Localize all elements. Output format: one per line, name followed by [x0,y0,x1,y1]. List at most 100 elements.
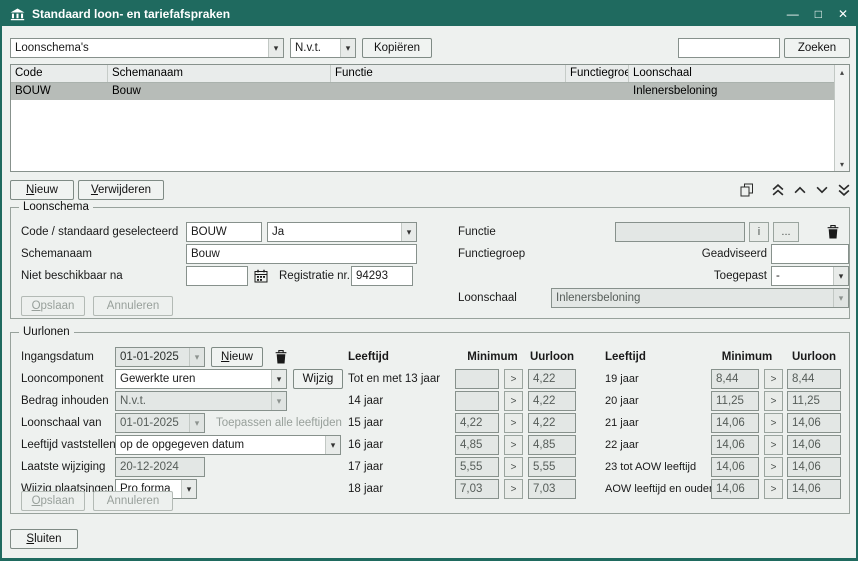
niet-beschikbaar-input[interactable] [186,266,248,286]
age-label: AOW leeftijd en ouder [605,479,713,499]
uurloon-input[interactable] [528,391,576,411]
looncomponent-select[interactable]: Gewerkte uren ▾ [115,369,287,389]
column-header-uurloon: Uurloon [528,347,576,367]
column-header-functie: Functie [331,65,566,82]
minimum-input [455,369,499,389]
scroll-up-button[interactable]: ▴ [835,65,849,79]
minimum-input [455,391,499,411]
column-header-loonschaal: Loonschaal [629,65,849,82]
column-header-leeftijd: Leeftijd [348,347,389,367]
copy-minimum-button[interactable]: > [504,435,523,455]
minimize-button[interactable]: — [787,8,799,20]
uurloon-input[interactable] [528,479,576,499]
uurloon-input[interactable] [528,413,576,433]
copy-minimum-button[interactable]: > [764,457,783,477]
copy-minimum-button[interactable]: > [504,457,523,477]
trash-icon [827,225,839,239]
move-down-button[interactable] [812,180,832,200]
uurloon-input[interactable] [528,435,576,455]
copy-minimum-button[interactable]: > [764,413,783,433]
search-input[interactable] [678,38,780,58]
move-bottom-button[interactable] [834,180,854,200]
code-label: Code / standaard geselecteerd [21,222,178,242]
calendar-button[interactable] [251,266,271,286]
duplicate-row-button[interactable] [736,180,756,200]
chevron-double-down-icon [838,184,850,196]
copy-minimum-button[interactable]: > [764,435,783,455]
standaard-select[interactable]: Ja ▾ [267,222,417,242]
close-button[interactable]: ✕ [838,8,848,20]
window: Standaard loon- en tariefafspraken — □ ✕… [0,0,858,561]
search-button[interactable]: Zoeken [784,38,850,58]
save-uurlonen-button: Opslaan [21,491,85,511]
schemanaam-input[interactable] [186,244,417,264]
minimum-input [711,435,759,455]
uurloon-input[interactable] [787,457,841,477]
functie-delete-button[interactable] [817,222,849,242]
chevron-down-icon: ▾ [181,480,196,498]
copy-minimum-button[interactable]: > [764,369,783,389]
vertical-scrollbar[interactable]: ▴ ▾ [834,65,849,171]
wijzig-button[interactable]: Wijzig [293,369,343,389]
geadviseerd-input[interactable] [771,244,849,264]
table-cell-functiegroep [566,83,629,100]
move-top-button[interactable] [768,180,788,200]
copy-minimum-button[interactable]: > [764,391,783,411]
schema-type-select[interactable]: Loonschema's ▾ [10,38,284,58]
move-up-button[interactable] [790,180,810,200]
minimum-input [711,391,759,411]
bedrag-inhouden-label: Bedrag inhouden [21,391,109,411]
uurloon-input[interactable] [528,369,576,389]
uurloon-input[interactable] [528,457,576,477]
chevron-down-icon: ▾ [833,289,848,307]
leeftijd-vaststellen-label: Leeftijd vaststellen [21,435,116,455]
code-input[interactable] [186,222,262,242]
chevron-double-up-icon [772,184,784,196]
uurloon-input[interactable] [787,413,841,433]
toegepast-select[interactable]: - ▾ [771,266,849,286]
close-window-button[interactable]: Sluiten [10,529,78,549]
window-title: Standaard loon- en tariefafspraken [32,7,230,21]
column-header-code: Code [11,65,108,82]
chevron-down-icon: ▾ [401,223,416,241]
chevron-down-icon [816,186,828,194]
copy-minimum-button[interactable]: > [504,413,523,433]
uurloon-input[interactable] [787,435,841,455]
uurloon-input[interactable] [787,369,841,389]
trash-icon [275,350,287,364]
duplicate-pages-icon [740,183,753,197]
maximize-button[interactable]: □ [815,8,822,20]
minimum-input [711,413,759,433]
chevron-up-icon [794,186,806,194]
app-icon [10,8,25,21]
ingangsdatum-select[interactable]: 01-01-2025 ▾ [115,347,205,367]
table-cell-schemanaam: Bouw [108,83,331,100]
chevron-down-icon: ▾ [271,370,286,388]
age-label: Tot en met 13 jaar [348,369,440,389]
uurloon-input[interactable] [787,479,841,499]
niet-beschikbaar-label: Niet beschikbaar na [21,266,123,286]
table-row[interactable]: BOUW Bouw Inlenersbeloning [11,83,849,100]
minimum-input [711,479,759,499]
functie-browse-button[interactable]: ... [773,222,799,242]
new-date-button[interactable]: Nieuw [211,347,263,367]
new-schema-button[interactable]: Nieuw [10,180,74,200]
leeftijd-vaststellen-select[interactable]: op de opgegeven datum ▾ [115,435,341,455]
copy-schema-button[interactable]: Kopiëren [362,38,432,58]
copy-minimum-button[interactable]: > [504,369,523,389]
delete-date-button[interactable] [269,347,293,367]
table-cell-code: BOUW [11,83,108,100]
uurloon-input[interactable] [787,391,841,411]
copy-minimum-button[interactable]: > [764,479,783,499]
functie-info-button[interactable]: i [749,222,769,242]
delete-schema-button[interactable]: Verwijderen [78,180,164,200]
scroll-down-button[interactable]: ▾ [835,157,849,171]
column-header-minimum: Minimum [455,347,530,367]
chevron-down-icon: ▾ [268,39,283,57]
copy-minimum-button[interactable]: > [504,479,523,499]
filter-select[interactable]: N.v.t. ▾ [290,38,356,58]
registratie-input[interactable] [351,266,413,286]
copy-minimum-button[interactable]: > [504,391,523,411]
loonschaal-label: Loonschaal [458,288,517,308]
table-cell-functie [331,83,566,100]
